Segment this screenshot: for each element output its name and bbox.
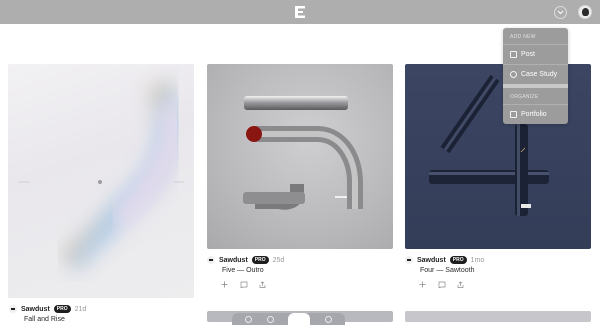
- card-meta: Sawdust PRO 25d: [207, 256, 284, 264]
- top-navigation-bar: [0, 0, 600, 24]
- author-logo-icon: [405, 256, 413, 264]
- post-age: 21d: [74, 305, 87, 313]
- add-icon[interactable]: [220, 280, 229, 289]
- author-logo-icon: [9, 305, 17, 313]
- book-icon: [510, 111, 517, 118]
- author-name[interactable]: Sawdust: [219, 257, 248, 264]
- author-name[interactable]: Sawdust: [21, 306, 50, 313]
- project-image-fall-and-rise[interactable]: [8, 64, 194, 298]
- project-title[interactable]: Four — Sawtooth: [420, 267, 474, 274]
- pro-badge: PRO: [449, 256, 467, 264]
- person-icon[interactable]: [324, 315, 332, 323]
- menu-section-add-new: ADD NEW: [510, 34, 536, 40]
- menu-section-organize: ORGANIZE: [510, 94, 539, 100]
- search-icon[interactable]: [245, 315, 253, 323]
- card-meta: Sawdust PRO 21d: [9, 305, 86, 313]
- menu-item-label: Post: [521, 51, 536, 58]
- pro-badge: PRO: [251, 256, 269, 264]
- project-image-five-outro[interactable]: [207, 64, 393, 249]
- pro-badge: PRO: [53, 305, 71, 313]
- author-name[interactable]: Sawdust: [417, 257, 446, 264]
- menu-item-post[interactable]: Post: [503, 44, 568, 64]
- menu-item-label: Portfolio: [521, 111, 547, 118]
- share-icon[interactable]: [456, 280, 465, 289]
- card-meta: Sawdust PRO 1mo: [405, 256, 484, 264]
- collection-icon[interactable]: [437, 280, 446, 289]
- menu-toggle-button[interactable]: [554, 6, 567, 19]
- share-icon[interactable]: [258, 280, 267, 289]
- author-logo-icon: [207, 256, 215, 264]
- home-icon[interactable]: [288, 313, 311, 325]
- menu-item-portfolio[interactable]: Portfolio: [503, 104, 568, 124]
- add-icon[interactable]: [418, 280, 427, 289]
- menu-item-label: Case Study: [521, 71, 558, 78]
- case-study-icon: [510, 71, 517, 78]
- bottom-toolbar: [232, 313, 345, 325]
- project-title[interactable]: Five — Outro: [222, 267, 264, 274]
- user-avatar[interactable]: [578, 5, 592, 19]
- create-dropdown-menu: ADD NEW Post Case Study ORGANIZE Portfol…: [503, 28, 568, 124]
- collection-icon[interactable]: [239, 280, 248, 289]
- chevron-down-icon: [557, 10, 564, 15]
- blurred-spectrum-artwork: [18, 78, 184, 274]
- brand-e-icon[interactable]: [293, 5, 307, 19]
- card-actions: [418, 280, 465, 289]
- globe-icon[interactable]: [266, 315, 274, 323]
- chrome-tube-five-artwork: [243, 96, 363, 210]
- image-icon: [510, 51, 517, 58]
- menu-item-case-study[interactable]: Case Study: [503, 64, 568, 84]
- post-age: 1mo: [470, 256, 485, 264]
- card-actions: [220, 280, 267, 289]
- post-age: 25d: [272, 256, 285, 264]
- project-image-next-row[interactable]: [405, 311, 591, 322]
